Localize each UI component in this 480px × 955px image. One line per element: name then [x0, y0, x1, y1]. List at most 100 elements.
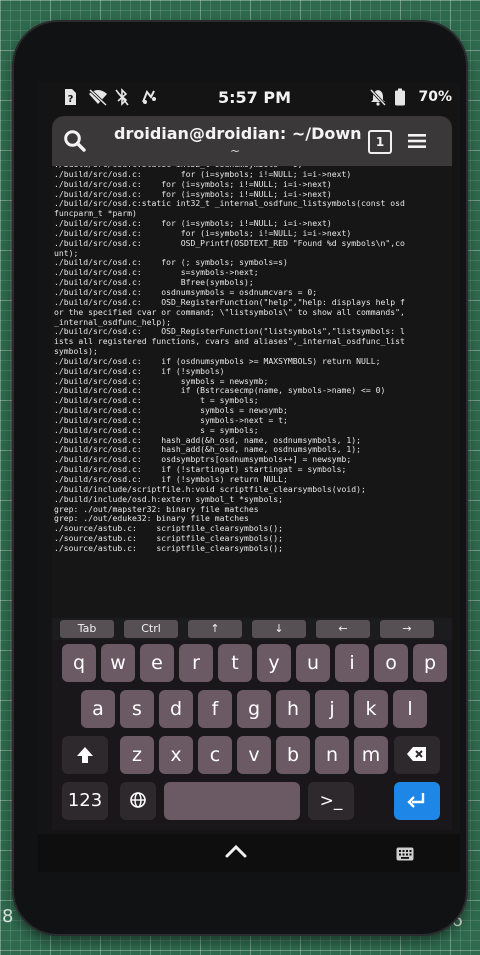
arrow-left-key[interactable]: ←	[316, 620, 370, 638]
backspace-key[interactable]	[394, 736, 440, 774]
key-c[interactable]: c	[198, 736, 232, 774]
key-z[interactable]: z	[120, 736, 154, 774]
window-title: droidian@droidian: ~/Downl...	[114, 124, 362, 143]
mute-bell-icon	[370, 88, 388, 107]
terminal-line: funcparm_t *parm)	[54, 209, 137, 219]
key-o[interactable]: o	[374, 644, 408, 682]
battery-percent: 70%	[418, 89, 452, 105]
search-icon[interactable]	[62, 128, 88, 154]
bluetooth-off-icon	[114, 88, 132, 106]
key-v[interactable]: v	[237, 736, 271, 774]
tab-key[interactable]: Tab	[60, 620, 114, 638]
keyboard-icon[interactable]	[396, 846, 414, 861]
status-time: 5:57 PM	[218, 88, 292, 107]
key-n[interactable]: n	[315, 736, 349, 774]
numbers-key[interactable]: 123	[62, 782, 108, 820]
key-h[interactable]: h	[276, 690, 310, 728]
arrow-up-key[interactable]: ↑	[188, 620, 242, 638]
key-l[interactable]: l	[393, 690, 427, 728]
terminal-line: ./build/src/osd.c: symbols = newsymb;	[54, 376, 269, 386]
terminal-line: ./build/src/osd.c: hash_add(&h_osd, name…	[54, 445, 361, 455]
language-key[interactable]	[120, 782, 156, 820]
terminal-line: ./build/src/osd.c: symbols = newsymb;	[54, 406, 288, 416]
shift-icon	[77, 747, 93, 763]
tabs-icon[interactable]: 1	[368, 130, 392, 154]
terminal-line: ./build/src/osd.c: for (; symbols; symbo…	[54, 258, 288, 268]
menu-icon[interactable]	[406, 130, 428, 152]
chevron-up-icon[interactable]	[224, 842, 248, 860]
key-x[interactable]: x	[159, 736, 193, 774]
key-f[interactable]: f	[198, 690, 232, 728]
key-t[interactable]: t	[218, 644, 252, 682]
key-j[interactable]: j	[315, 690, 349, 728]
terminal-line: or the specified cvar or command; \"list…	[54, 307, 405, 317]
terminal-line: ./build/src/osd.c: osdnumsymbols = osdnu…	[54, 287, 318, 297]
space-key[interactable]	[164, 782, 300, 820]
terminal-line: ./build/src/osd.c: osdsymbptrs[osdnumsym…	[54, 455, 352, 465]
shift-key[interactable]	[62, 736, 108, 774]
terminal-line: ./build/include/osd.h:extern symbol_t *s…	[54, 494, 284, 504]
ctrl-key[interactable]: Ctrl	[124, 620, 178, 638]
terminal-line: ./build/src/osd.c: if (!symbols) return …	[54, 475, 288, 484]
key-u[interactable]: u	[296, 644, 330, 682]
key-q[interactable]: q	[62, 644, 96, 682]
terminal-line: ./build/src/osd.c: OSD_RegisterFunction(…	[54, 297, 405, 307]
battery-icon	[394, 88, 412, 106]
on-screen-keyboard: q w e r t y u i o p a s d f g h j k l z …	[52, 640, 452, 830]
status-bar: ? 5:57 PM 70%	[38, 82, 460, 114]
key-b[interactable]: b	[276, 736, 310, 774]
terminal-output[interactable]: ./build/src/osd.c:static int32_t osdnums…	[52, 166, 452, 618]
terminal-line: ./build/src/osd.c: for (i=symbols; i!=NU…	[54, 219, 332, 229]
status-icons-right: 70%	[370, 88, 452, 107]
arrow-right-key[interactable]: →	[380, 620, 434, 638]
arrow-down-key[interactable]: ↓	[252, 620, 306, 638]
terminal-titlebar: droidian@droidian: ~/Downl... ~ 1	[52, 116, 452, 166]
wifi-off-icon	[88, 88, 108, 107]
terminal-line: grep: ./out/mapster32: binary file match…	[54, 504, 259, 514]
key-d[interactable]: d	[159, 690, 193, 728]
terminal-line: ./build/src/osd.c: s=symbols->next;	[54, 268, 259, 278]
key-m[interactable]: m	[354, 736, 388, 774]
key-p[interactable]: p	[413, 644, 447, 682]
terminal-line: ./build/src/osd.c: hash_add(&h_osd, name…	[54, 435, 361, 445]
navigation-bar	[38, 834, 460, 872]
terminal-line: grep: ./out/eduke32: binary file matches	[54, 514, 249, 524]
sim-question-icon: ?	[62, 88, 80, 106]
terminal-line: symbols);	[54, 347, 98, 357]
terminal-line: ./build/src/osd.c: t = symbols;	[54, 396, 259, 406]
terminal-line: ./build/src/osd.c: for (i=symbols; i!=NU…	[54, 179, 332, 189]
terminal-line: ./build/src/osd.c: if (Bstrcasecmp(name,…	[54, 386, 386, 396]
terminal-line: ./build/src/osd.c: OSD_Printf(OSDTEXT_RE…	[54, 238, 405, 248]
window-subtitle: ~	[230, 144, 241, 158]
ruler-mark-left: 8	[2, 906, 14, 927]
key-i[interactable]: i	[335, 644, 369, 682]
terminal-line: ./build/src/osd.c: for (i=symbols; i!=NU…	[54, 169, 352, 179]
key-a[interactable]: a	[81, 690, 115, 728]
terminal-line: ./build/src/osd.c: for (i=symbols; i!=NU…	[54, 228, 352, 238]
key-e[interactable]: e	[140, 644, 174, 682]
terminal-line: ./build/src/osd.c: OSD_RegisterFunction(…	[54, 327, 405, 337]
terminal-line: ./build/src/osd.c: s = symbols;	[54, 425, 259, 435]
terminal-line: ists all registered functions, cvars and…	[54, 337, 405, 347]
terminal-key[interactable]: >_	[308, 782, 354, 820]
key-s[interactable]: s	[120, 690, 154, 728]
terminal-line: ./build/include/scriptfile.h:void script…	[54, 484, 366, 494]
terminal-line: ./build/src/osd.c: if (osdnumsymbols >= …	[54, 356, 381, 366]
key-r[interactable]: r	[179, 644, 213, 682]
svg-text:?: ?	[68, 94, 74, 105]
enter-key[interactable]	[394, 782, 440, 820]
terminal-line: unt);	[54, 248, 79, 258]
key-y[interactable]: y	[257, 644, 291, 682]
key-k[interactable]: k	[354, 690, 388, 728]
terminal-line: ./build/src/osd.c: if (!symbols)	[54, 366, 225, 376]
terminal-line: ./source/astub.c: scriptfile_clearsymbol…	[54, 524, 284, 534]
terminal-line: ./build/src/osd.c: for (i=symbols; i!=NU…	[54, 189, 332, 199]
status-icons-left: ?	[62, 88, 158, 107]
terminal-line: ./build/src/osd.c: Bfree(symbols);	[54, 278, 254, 288]
phone-screen: ? 5:57 PM 70% droidian@droidian: ~/Downl…	[38, 82, 460, 872]
extra-keys-row: Tab Ctrl ↑ ↓ ← →	[52, 618, 452, 640]
key-w[interactable]: w	[101, 644, 135, 682]
key-g[interactable]: g	[237, 690, 271, 728]
terminal-line: ./source/astub.c: scriptfile_clearsymbol…	[54, 534, 284, 544]
terminal-line: ./build/src/osd.c: symbols->next = t;	[54, 415, 288, 425]
